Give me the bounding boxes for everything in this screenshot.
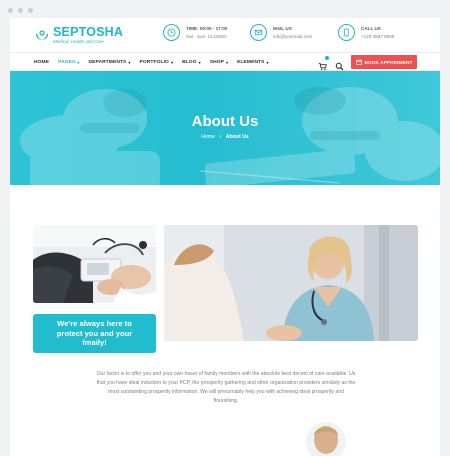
main-navigation: HOME PAGES ▾ DEPARTMENTS ▾ PORTFOLIO ▾ BLOG… [10,52,440,71]
nav-item-departments[interactable]: DEPARTMENTS ▾ [88,60,130,65]
doctor-consultation-photo [164,225,418,341]
window-dots [8,8,33,13]
breadcrumb-separator: › [219,134,222,140]
blood-pressure-photo [33,225,156,303]
breadcrumb-home-link[interactable]: Home [201,134,215,140]
phone-icon [338,24,355,41]
site-logo[interactable]: SEPTOSHA Medical, Health and Care [34,26,123,44]
phone-number[interactable]: +123 4567 8900 [361,34,394,39]
nav-label: PAGES [58,60,76,65]
window-dot [8,8,13,13]
chevron-down-icon: ▾ [225,60,229,65]
chevron-down-icon: ▾ [198,60,201,65]
mail-address[interactable]: info@yourmail.com [273,34,312,39]
browser-frame: SEPTOSHA Medical, Health and Care TIME: … [0,0,450,456]
calendar-icon [355,59,362,65]
mail-info[interactable]: MAIL US info@yourmail.com [250,24,312,41]
nav-label: HOME [34,60,50,65]
page-title: About Us [191,113,259,130]
cta-text: We're always here to protect you and you… [56,319,133,348]
web-page: SEPTOSHA Medical, Health and Care TIME: … [10,18,440,456]
nav-label: PORTFOLIO [139,60,169,65]
brand-name: SEPTOSHA [53,25,124,39]
phone-info[interactable]: CALL US +123 4567 8900 [338,24,394,41]
nav-item-blog[interactable]: BLOG ▾ [182,60,201,65]
phone-title: CALL US [361,26,381,32]
nav-item-shop[interactable]: SHOP ▾ [210,60,228,65]
breadcrumb-current: About Us [225,134,249,140]
chevron-down-icon: ▾ [170,60,174,65]
nav-item-pages[interactable]: PAGES ▾ [58,60,79,65]
book-appointment-button[interactable]: BOOK APPOINMENT [351,55,417,69]
mail-title: MAIL US [273,26,292,32]
cta-banner: We're always here to protect you and you… [33,314,156,353]
search-icon[interactable] [335,58,344,71]
breadcrumb: Home › About Us [10,134,440,140]
chevron-down-icon: ▾ [77,60,80,65]
hours-detail: Sat - Sun: CLOSED [186,33,227,39]
cart-badge [325,56,329,60]
window-dot [18,8,23,13]
chevron-down-icon: ▾ [266,60,269,65]
nav-item-elements[interactable]: ELEMENTS ▾ [237,60,269,65]
logo-hands-icon [34,27,50,43]
cart-icon[interactable] [318,56,329,71]
nav-item-home[interactable]: HOME [34,60,49,65]
clock-icon [163,24,180,41]
brand-tagline: Medical, Health and Care [53,38,104,44]
appointment-label: BOOK APPOINMENT [364,59,413,65]
hours-info: TIME: 09:00 - 17:00 Sat - Sun: CLOSED [163,24,227,41]
nav-label: ELEMENTS [237,60,265,65]
chevron-down-icon: ▾ [128,60,131,65]
window-dot [28,8,33,13]
about-description: Our factor is to offer you and your own … [96,371,356,404]
hours-title: TIME: 09:00 - 17:00 [186,26,228,32]
nav-label: SHOP [209,60,224,65]
nav-label: DEPARTMENTS [88,60,127,65]
site-header: SEPTOSHA Medical, Health and Care TIME: … [10,18,440,52]
page-banner: About Us Home › About Us [10,71,440,185]
nav-label: BLOG [182,60,197,65]
nav-item-portfolio[interactable]: PORTFOLIO ▾ [140,60,174,65]
team-member-photo [306,422,346,456]
mail-icon [250,24,267,41]
